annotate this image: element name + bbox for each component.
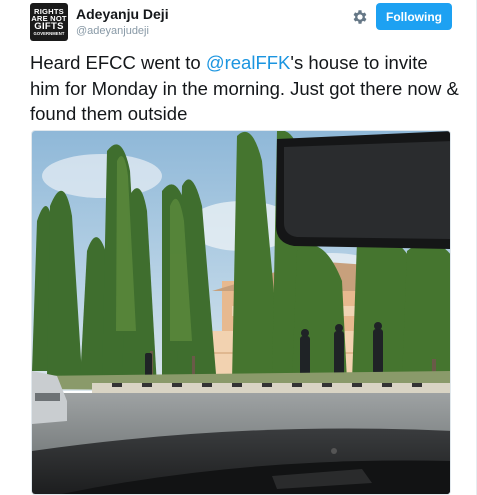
following-button[interactable]: Following — [376, 3, 452, 30]
user-handle[interactable]: @adeyanjudeji — [76, 25, 149, 37]
mention-link[interactable]: @realFFK — [206, 52, 291, 73]
avatar-text-line: GIFTS — [34, 21, 64, 33]
user-display-name[interactable]: Adeyanju Deji — [76, 6, 169, 22]
tweet-text: Heard EFCC went to @realFFK's house to i… — [30, 50, 460, 127]
avatar[interactable]: RIGHTS ARE NOT GIFTS GOVERNMENT — [30, 3, 68, 41]
tweet-text-part: Heard EFCC went to — [30, 52, 206, 73]
tweet-card: RIGHTS ARE NOT GIFTS GOVERNMENT Adeyanju… — [0, 0, 477, 495]
avatar-text-line: GOVERNMENT — [33, 31, 65, 37]
tweet-photo[interactable] — [31, 130, 451, 495]
gear-icon[interactable] — [351, 8, 369, 26]
